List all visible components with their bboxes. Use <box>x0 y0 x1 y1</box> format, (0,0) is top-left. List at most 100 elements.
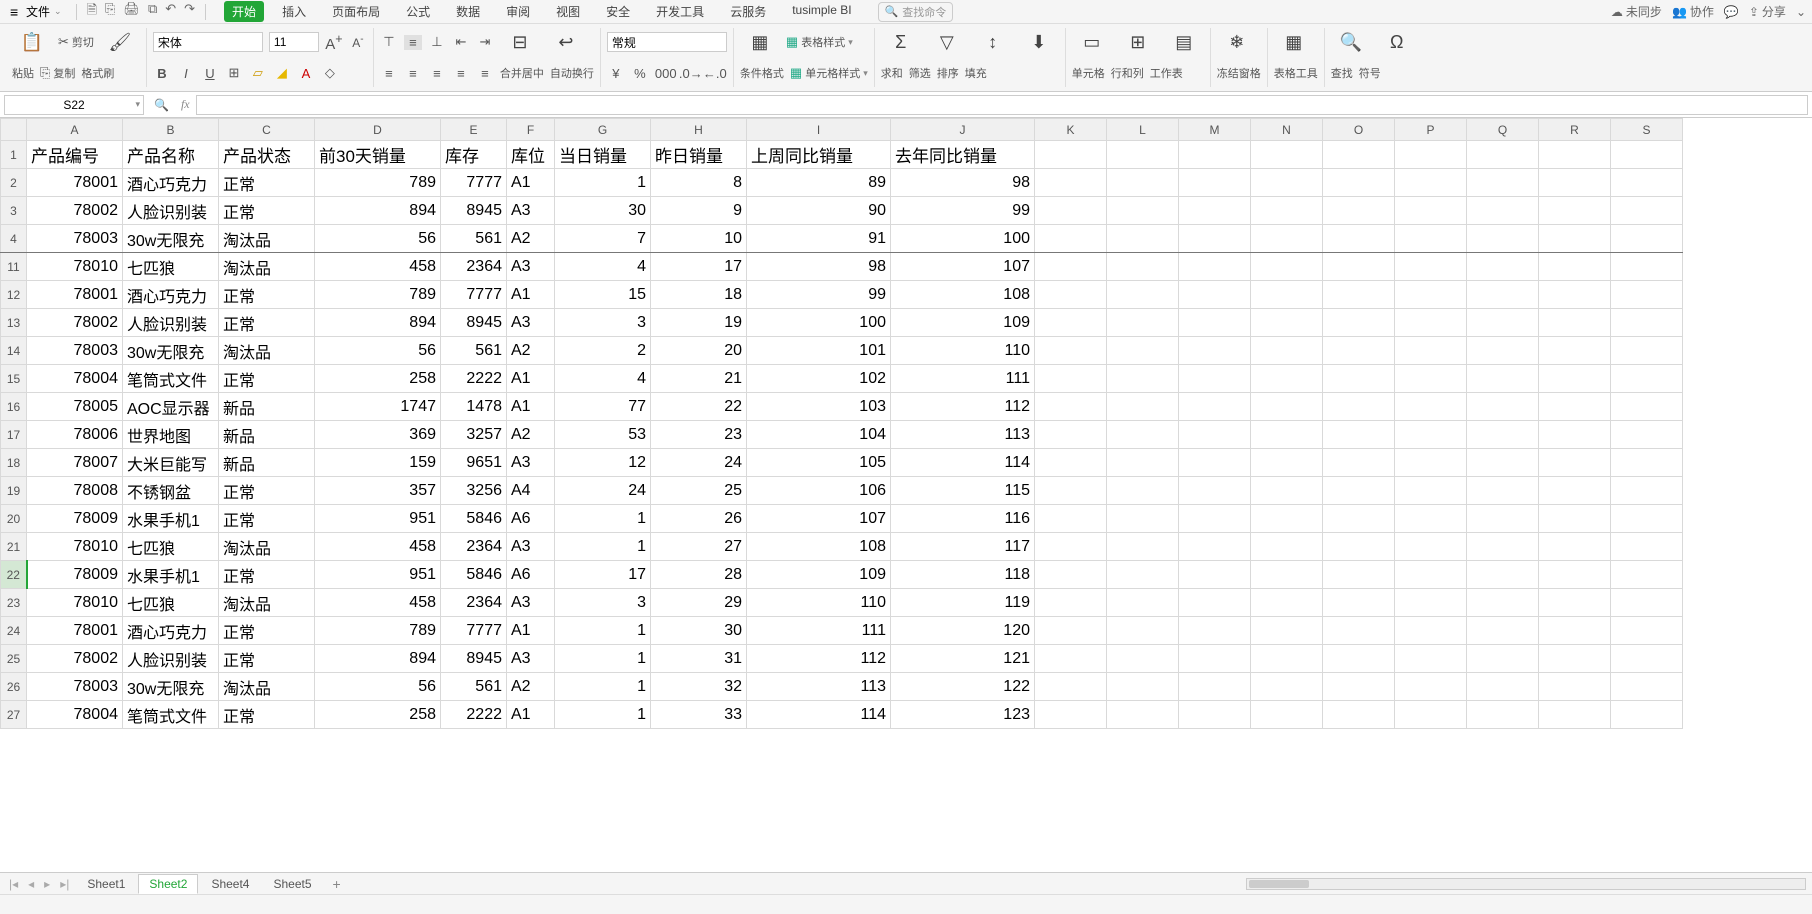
cell[interactable] <box>1323 365 1395 393</box>
copy-button[interactable]: ⎘复制 <box>40 65 75 81</box>
cell[interactable] <box>1395 701 1467 729</box>
cell[interactable]: 淘汰品 <box>219 589 315 617</box>
cell[interactable]: 78001 <box>27 281 123 309</box>
cell[interactable]: 30 <box>555 197 651 225</box>
cell[interactable]: A2 <box>507 225 555 253</box>
font-name-select[interactable] <box>153 32 263 52</box>
ribbon-tab-1[interactable]: 插入 <box>274 1 314 22</box>
cell[interactable]: 1 <box>555 645 651 673</box>
cell[interactable]: 99 <box>747 281 891 309</box>
cell[interactable]: 122 <box>891 673 1035 701</box>
collab-button[interactable]: 👥 协作 <box>1672 3 1714 20</box>
column-header-C[interactable]: C <box>219 119 315 141</box>
cell[interactable]: 951 <box>315 505 441 533</box>
row-header[interactable]: 25 <box>1 645 27 673</box>
cell[interactable]: 107 <box>891 253 1035 281</box>
cell[interactable]: 正常 <box>219 701 315 729</box>
cell[interactable] <box>1467 225 1539 253</box>
cell[interactable] <box>1467 561 1539 589</box>
sheet-tab-Sheet5[interactable]: Sheet5 <box>262 874 322 894</box>
cell[interactable] <box>1035 505 1107 533</box>
column-header-K[interactable]: K <box>1035 119 1107 141</box>
cell[interactable] <box>1467 141 1539 169</box>
cell[interactable] <box>1323 393 1395 421</box>
cell[interactable]: 8945 <box>441 197 507 225</box>
cell[interactable] <box>1251 309 1323 337</box>
cell[interactable]: A2 <box>507 673 555 701</box>
cell[interactable]: 9 <box>651 197 747 225</box>
cell[interactable]: 56 <box>315 673 441 701</box>
ribbon-tab-10[interactable]: tusimple BI <box>784 1 859 22</box>
cell[interactable]: 3 <box>555 309 651 337</box>
cell[interactable]: 1478 <box>441 393 507 421</box>
cell[interactable]: 8 <box>651 169 747 197</box>
cell[interactable]: 17 <box>651 253 747 281</box>
redo-icon[interactable]: ↷ <box>184 1 195 23</box>
paste-button[interactable]: 📋 <box>12 32 52 53</box>
column-header-M[interactable]: M <box>1179 119 1251 141</box>
worksheet-button[interactable]: ▤ <box>1164 32 1204 53</box>
cell[interactable] <box>1539 421 1611 449</box>
row-header[interactable]: 1 <box>1 141 27 169</box>
cell[interactable]: 108 <box>891 281 1035 309</box>
cell[interactable] <box>1611 533 1683 561</box>
cell[interactable] <box>1251 365 1323 393</box>
cell[interactable] <box>1107 701 1179 729</box>
row-header[interactable]: 19 <box>1 477 27 505</box>
cell[interactable] <box>1179 309 1251 337</box>
cell[interactable] <box>1179 337 1251 365</box>
cell[interactable]: 人脸识别装 <box>123 309 219 337</box>
cell[interactable]: 去年同比销量 <box>891 141 1035 169</box>
row-header[interactable]: 17 <box>1 421 27 449</box>
ribbon-tab-0[interactable]: 开始 <box>224 1 264 22</box>
ribbon-tab-6[interactable]: 视图 <box>548 1 588 22</box>
cell[interactable] <box>1467 393 1539 421</box>
font-color-button[interactable]: A <box>297 66 315 81</box>
cell[interactable]: 100 <box>747 309 891 337</box>
cell[interactable]: 前30天销量 <box>315 141 441 169</box>
fill-button[interactable]: ⬇ <box>1019 32 1059 53</box>
chevron-down-icon[interactable]: ▾ <box>135 99 140 110</box>
cell[interactable] <box>1467 365 1539 393</box>
cell[interactable]: 78002 <box>27 197 123 225</box>
cell[interactable]: 当日销量 <box>555 141 651 169</box>
align-middle-button[interactable]: ≡ <box>404 35 422 50</box>
cell[interactable]: 78006 <box>27 421 123 449</box>
cell[interactable]: 8945 <box>441 645 507 673</box>
cell[interactable] <box>1323 477 1395 505</box>
cell[interactable] <box>1251 169 1323 197</box>
cell[interactable]: 53 <box>555 421 651 449</box>
cell[interactable] <box>1467 281 1539 309</box>
cell[interactable]: 78004 <box>27 701 123 729</box>
cell[interactable]: 酒心巧克力 <box>123 281 219 309</box>
cell[interactable]: 561 <box>441 337 507 365</box>
distribute-button[interactable]: ≡ <box>476 66 494 81</box>
cell[interactable]: 酒心巧克力 <box>123 617 219 645</box>
cell[interactable] <box>1179 645 1251 673</box>
cell[interactable] <box>1035 281 1107 309</box>
cell[interactable] <box>1323 561 1395 589</box>
cell[interactable] <box>1179 253 1251 281</box>
row-header[interactable]: 15 <box>1 365 27 393</box>
cell[interactable]: 78009 <box>27 505 123 533</box>
column-header-N[interactable]: N <box>1251 119 1323 141</box>
cell[interactable] <box>1035 477 1107 505</box>
cell[interactable]: 淘汰品 <box>219 673 315 701</box>
cell[interactable] <box>1323 197 1395 225</box>
cell[interactable]: A3 <box>507 253 555 281</box>
cell[interactable] <box>1467 617 1539 645</box>
cell[interactable] <box>1539 673 1611 701</box>
sheet-tab-Sheet2[interactable]: Sheet2 <box>138 874 198 894</box>
border-button[interactable]: ⊞ <box>225 65 243 81</box>
cell[interactable] <box>1251 477 1323 505</box>
cell[interactable]: A1 <box>507 393 555 421</box>
cell[interactable]: 21 <box>651 365 747 393</box>
cell[interactable] <box>1107 141 1179 169</box>
cell[interactable]: A3 <box>507 589 555 617</box>
cell[interactable]: 78003 <box>27 225 123 253</box>
ribbon-tab-7[interactable]: 安全 <box>598 1 638 22</box>
cell[interactable] <box>1395 477 1467 505</box>
cell[interactable] <box>1539 197 1611 225</box>
cell[interactable] <box>1251 449 1323 477</box>
cell[interactable]: 27 <box>651 533 747 561</box>
